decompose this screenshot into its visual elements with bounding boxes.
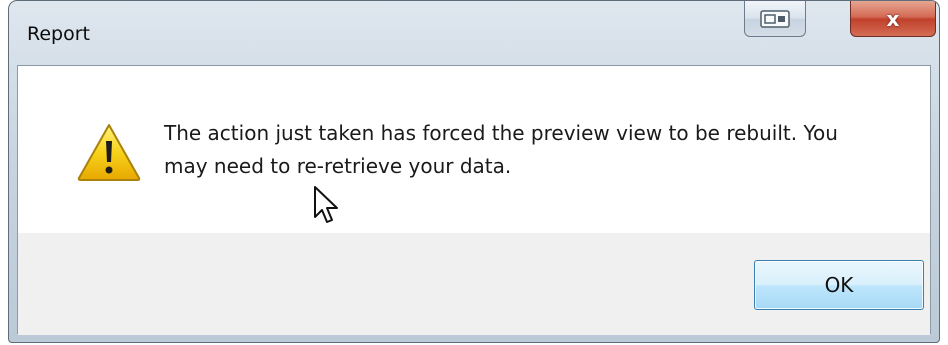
- ok-button[interactable]: OK: [754, 260, 924, 310]
- close-icon: x: [886, 6, 900, 31]
- restore-button[interactable]: [744, 1, 806, 37]
- message-area: The action just taken has forced the pre…: [18, 66, 930, 233]
- title-bar[interactable]: Report x: [9, 1, 939, 65]
- restore-icon: [760, 9, 790, 28]
- window-title: Report: [27, 23, 90, 45]
- warning-icon: [77, 124, 141, 181]
- dialog-body: The action just taken has forced the pre…: [17, 65, 931, 335]
- mouse-cursor-icon: [314, 186, 338, 223]
- close-button[interactable]: x: [850, 1, 936, 37]
- message-text: The action just taken has forced the pre…: [164, 121, 838, 178]
- dialog-window: Report x The action just taken has force…: [8, 0, 940, 343]
- button-bar: OK: [18, 233, 930, 335]
